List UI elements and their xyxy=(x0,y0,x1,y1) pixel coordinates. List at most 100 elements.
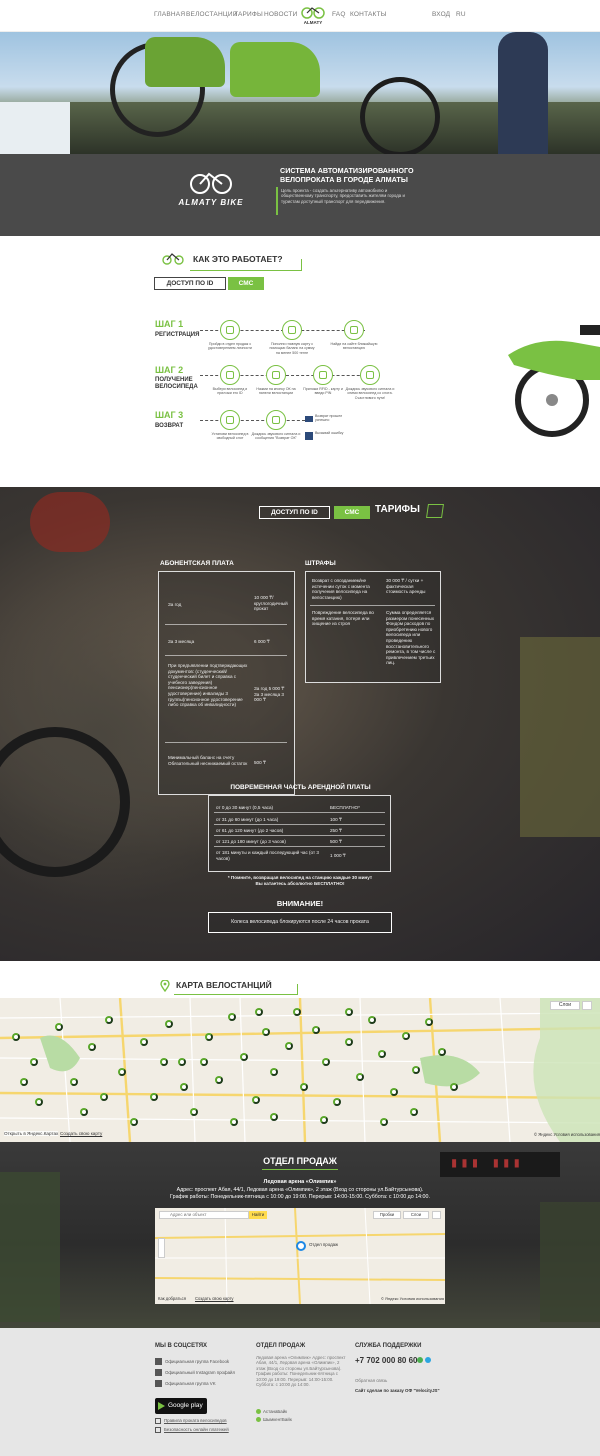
nav-news[interactable]: НОВОСТИ xyxy=(264,11,297,18)
stations-map[interactable]: Слои Открыть в Яндекс.Картах Создать сво… xyxy=(0,998,600,1142)
station-marker-icon[interactable] xyxy=(240,1053,248,1061)
sms-button[interactable]: СМС xyxy=(228,277,264,290)
partner-link[interactable]: АстанаБайк xyxy=(263,1409,287,1414)
login-link[interactable]: ВХОД xyxy=(432,11,450,18)
language-switch[interactable]: RU xyxy=(456,11,466,18)
station-marker-icon[interactable] xyxy=(80,1108,88,1116)
bg-bikes xyxy=(0,1172,60,1322)
station-marker-icon[interactable] xyxy=(368,1016,376,1024)
station-marker-icon[interactable] xyxy=(345,1008,353,1016)
whatsapp-icon[interactable] xyxy=(417,1357,423,1363)
station-marker-icon[interactable] xyxy=(55,1023,63,1031)
nav-tariffs[interactable]: ТАРИФЫ xyxy=(234,11,263,18)
station-marker-icon[interactable] xyxy=(322,1058,330,1066)
station-marker-icon[interactable] xyxy=(255,1008,263,1016)
station-marker-icon[interactable] xyxy=(380,1118,388,1126)
station-marker-icon[interactable] xyxy=(160,1058,168,1066)
instagram-link[interactable]: Официальный Instagram профайл xyxy=(165,1370,235,1375)
sales-location-marker-icon[interactable] xyxy=(296,1241,306,1251)
route-link[interactable]: Как добраться xyxy=(158,1296,186,1301)
nav-faq[interactable]: FAQ xyxy=(332,11,346,18)
station-marker-icon[interactable] xyxy=(228,1013,236,1021)
station-marker-icon[interactable] xyxy=(200,1058,208,1066)
station-marker-icon[interactable] xyxy=(140,1038,148,1046)
station-marker-icon[interactable] xyxy=(378,1050,386,1058)
rules-link[interactable]: Правила проката велосипедов xyxy=(164,1418,227,1423)
create-map-link[interactable]: Создать свою карту xyxy=(60,1131,102,1136)
fullscreen-icon[interactable] xyxy=(432,1211,441,1219)
map-search-input[interactable]: Адрес или объект xyxy=(159,1211,249,1219)
station-marker-icon[interactable] xyxy=(402,1032,410,1040)
station-marker-icon[interactable] xyxy=(285,1042,293,1050)
access-id-button[interactable]: ДОСТУП ПО ID xyxy=(259,506,330,519)
open-in-yandex-link[interactable]: Открыть в Яндекс.Картах xyxy=(4,1131,59,1136)
station-marker-icon[interactable] xyxy=(312,1026,320,1034)
traffic-button[interactable]: Пробки xyxy=(373,1211,401,1219)
access-id-button[interactable]: ДОСТУП ПО ID xyxy=(154,277,226,290)
station-marker-icon[interactable] xyxy=(12,1033,20,1041)
station-marker-icon[interactable] xyxy=(30,1058,38,1066)
nav-home[interactable]: ГЛАВНАЯ xyxy=(154,11,185,18)
brand-logo[interactable]: ALMATY xyxy=(298,4,328,28)
station-marker-icon[interactable] xyxy=(70,1078,78,1086)
station-marker-icon[interactable] xyxy=(390,1088,398,1096)
station-marker-icon[interactable] xyxy=(252,1096,260,1104)
station-marker-icon[interactable] xyxy=(450,1083,458,1091)
station-marker-icon[interactable] xyxy=(262,1028,270,1036)
instagram-icon[interactable] xyxy=(155,1369,162,1376)
fullscreen-icon[interactable] xyxy=(582,1001,592,1010)
vk-icon[interactable] xyxy=(155,1380,162,1387)
station-marker-icon[interactable] xyxy=(270,1113,278,1121)
station-marker-icon[interactable] xyxy=(205,1033,213,1041)
station-marker-icon[interactable] xyxy=(180,1083,188,1091)
feedback-link[interactable]: Обратная связь xyxy=(355,1378,387,1383)
station-marker-icon[interactable] xyxy=(345,1038,353,1046)
google-play-badge[interactable]: Google play xyxy=(155,1398,207,1414)
sales-map[interactable]: Адрес или объект Найти Пробки Слои Отдел… xyxy=(155,1208,445,1304)
station-marker-icon[interactable] xyxy=(438,1048,446,1056)
play-icon xyxy=(158,1402,165,1410)
station-marker-icon[interactable] xyxy=(425,1018,433,1026)
support-phone[interactable]: +7 702 000 80 60 xyxy=(355,1356,418,1365)
logo-text: ALMATY BIKE xyxy=(178,198,244,207)
zoom-control[interactable] xyxy=(158,1238,165,1258)
station-marker-icon[interactable] xyxy=(320,1116,328,1124)
vk-link[interactable]: Официальная группа VK xyxy=(165,1381,216,1386)
station-marker-icon[interactable] xyxy=(88,1043,96,1051)
tariffs-section: ДОСТУП ПО ID СМС ТАРИФЫ АБОНЕНТСКАЯ ПЛАТ… xyxy=(0,487,600,961)
nav-contacts[interactable]: КОНТАКТЫ xyxy=(350,11,387,18)
footer-sales-text: Ледовая арена «Олимпик» Адрес: проспект … xyxy=(256,1355,346,1388)
layers-button[interactable]: Слои xyxy=(550,1001,580,1010)
station-marker-icon[interactable] xyxy=(333,1098,341,1106)
partner-icon xyxy=(256,1417,261,1422)
sms-button[interactable]: СМС xyxy=(334,506,370,519)
partner-link[interactable]: ШымкентБайк xyxy=(263,1417,292,1422)
station-marker-icon[interactable] xyxy=(270,1068,278,1076)
station-marker-icon[interactable] xyxy=(190,1108,198,1116)
layers-button[interactable]: Слои xyxy=(403,1211,429,1219)
station-marker-icon[interactable] xyxy=(300,1083,308,1091)
station-marker-icon[interactable] xyxy=(100,1093,108,1101)
station-marker-icon[interactable] xyxy=(410,1108,418,1116)
station-marker-icon[interactable] xyxy=(215,1076,223,1084)
station-marker-icon[interactable] xyxy=(178,1058,186,1066)
station-marker-icon[interactable] xyxy=(130,1118,138,1126)
map-search-button[interactable]: Найти xyxy=(249,1211,267,1219)
station-marker-icon[interactable] xyxy=(230,1118,238,1126)
station-marker-icon[interactable] xyxy=(165,1020,173,1028)
station-marker-icon[interactable] xyxy=(293,1008,301,1016)
create-map-link[interactable]: Создать свою карту xyxy=(195,1296,234,1301)
station-marker-icon[interactable] xyxy=(35,1098,43,1106)
station-marker-icon[interactable] xyxy=(412,1066,420,1074)
station-marker-icon[interactable] xyxy=(20,1078,28,1086)
station-marker-icon[interactable] xyxy=(105,1016,113,1024)
rent-title: ПОВРЕМЕННАЯ ЧАСТЬ АРЕНДНОЙ ПЛАТЫ xyxy=(230,784,371,791)
station-marker-icon[interactable] xyxy=(150,1093,158,1101)
facebook-icon[interactable] xyxy=(155,1358,162,1365)
payment-security-link[interactable]: Безопасность онлайн платежей xyxy=(164,1427,229,1432)
station-marker-icon[interactable] xyxy=(118,1068,126,1076)
facebook-link[interactable]: Официальная группа Facebook xyxy=(165,1359,229,1364)
nav-stations[interactable]: ВЕЛОСТАНЦИИ xyxy=(186,11,238,18)
station-marker-icon[interactable] xyxy=(356,1073,364,1081)
telegram-icon[interactable] xyxy=(425,1357,431,1363)
